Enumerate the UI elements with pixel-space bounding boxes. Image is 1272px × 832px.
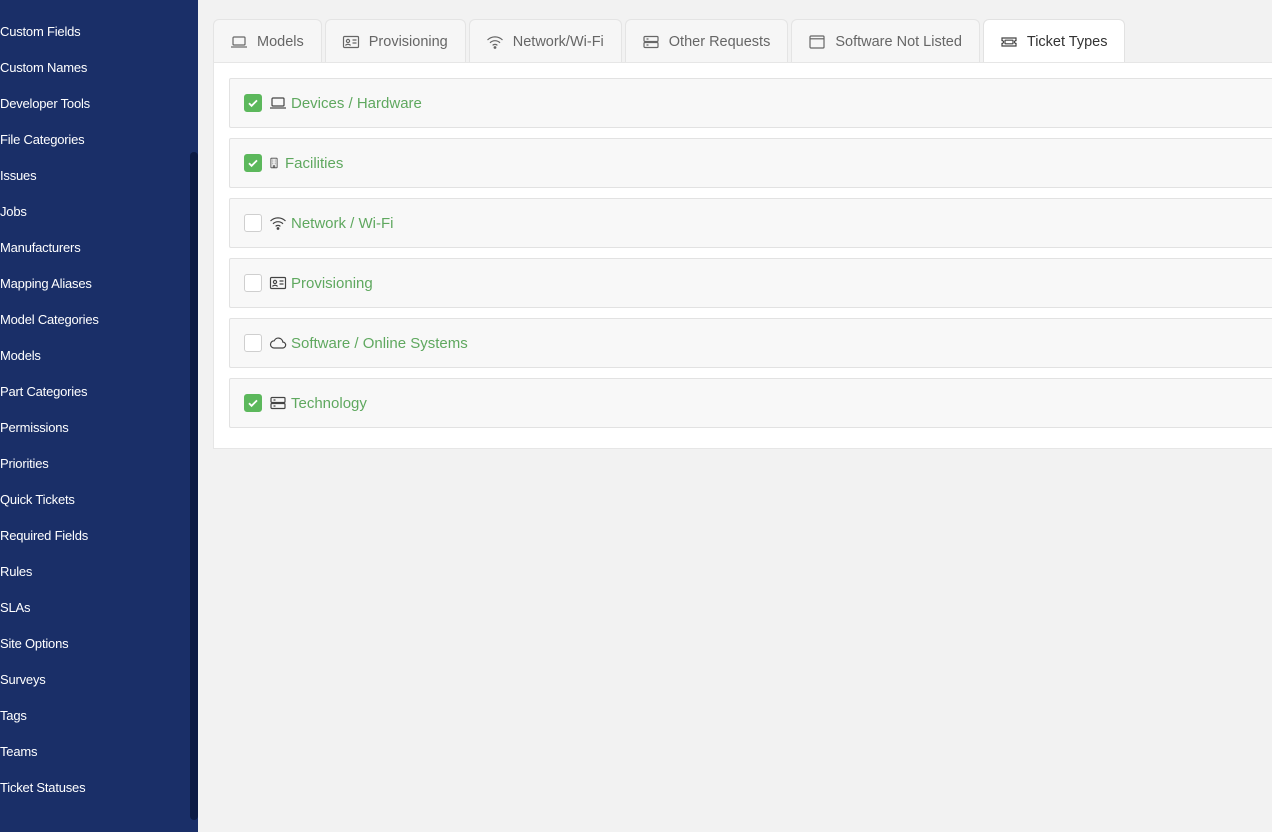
sidebar-item-quick-tickets[interactable]: Quick Tickets bbox=[0, 482, 190, 518]
tab-network-wifi-label: Network/Wi-Fi bbox=[512, 33, 604, 50]
ticket-type-label: Software / Online Systems bbox=[291, 334, 468, 352]
sidebar-item-custom-names[interactable]: Custom Names bbox=[0, 50, 190, 86]
checkbox-unchecked[interactable] bbox=[244, 334, 262, 352]
sidebar-item-developer-tools[interactable]: Developer Tools bbox=[0, 86, 190, 122]
ticket-type-label: Provisioning bbox=[291, 274, 373, 292]
ticket-type-label: Technology bbox=[291, 394, 367, 412]
sidebar-item-tags[interactable]: Tags bbox=[0, 698, 190, 734]
sidebar-list: Custom Fields Custom Names Developer Too… bbox=[0, 14, 190, 806]
laptop-icon bbox=[269, 96, 287, 110]
tab-provisioning-label: Provisioning bbox=[368, 33, 448, 50]
wifi-icon bbox=[486, 35, 504, 49]
ticket-type-label: Facilities bbox=[285, 154, 344, 172]
building-icon bbox=[267, 156, 281, 170]
tab-models-label: Models bbox=[257, 33, 304, 50]
ticket-type-technology[interactable]: Technology bbox=[229, 378, 1272, 428]
main-content: Models Provisioning Network/Wi-Fi Other … bbox=[198, 0, 1272, 832]
wifi-icon bbox=[269, 216, 287, 230]
sidebar-item-jobs[interactable]: Jobs bbox=[0, 194, 190, 230]
ticket-types-panel: Devices / Hardware Facilities Network / … bbox=[213, 62, 1272, 449]
tab-models[interactable]: Models bbox=[213, 19, 322, 63]
checkbox-checked[interactable] bbox=[244, 394, 262, 412]
sidebar-item-model-categories[interactable]: Model Categories bbox=[0, 302, 190, 338]
tab-bar: Models Provisioning Network/Wi-Fi Other … bbox=[213, 19, 1126, 63]
tab-software-not-listed[interactable]: Software Not Listed bbox=[791, 19, 980, 63]
sidebar-item-mapping-aliases[interactable]: Mapping Aliases bbox=[0, 266, 190, 302]
ticket-type-software-online-systems[interactable]: Software / Online Systems bbox=[229, 318, 1272, 368]
sidebar-item-rules[interactable]: Rules bbox=[0, 554, 190, 590]
tab-ticket-types-label: Ticket Types bbox=[1026, 33, 1108, 50]
tab-other-requests[interactable]: Other Requests bbox=[624, 19, 789, 63]
window-icon bbox=[808, 34, 826, 49]
sidebar-item-custom-fields[interactable]: Custom Fields bbox=[0, 14, 190, 50]
sidebar-item-manufacturers[interactable]: Manufacturers bbox=[0, 230, 190, 266]
checkbox-checked[interactable] bbox=[244, 94, 262, 112]
sidebar-item-slas[interactable]: SLAs bbox=[0, 590, 190, 626]
sidebar-item-required-fields[interactable]: Required Fields bbox=[0, 518, 190, 554]
ticket-type-facilities[interactable]: Facilities bbox=[229, 138, 1272, 188]
tab-other-requests-label: Other Requests bbox=[668, 33, 771, 50]
tab-software-not-listed-label: Software Not Listed bbox=[835, 33, 962, 50]
tab-provisioning[interactable]: Provisioning bbox=[324, 19, 466, 63]
tab-ticket-types[interactable]: Ticket Types bbox=[982, 19, 1126, 63]
id-card-icon bbox=[269, 276, 287, 290]
sidebar-item-surveys[interactable]: Surveys bbox=[0, 662, 190, 698]
ticket-type-network-wifi[interactable]: Network / Wi-Fi bbox=[229, 198, 1272, 248]
sidebar-item-part-categories[interactable]: Part Categories bbox=[0, 374, 190, 410]
server-icon bbox=[642, 35, 660, 49]
sidebar-item-models[interactable]: Models bbox=[0, 338, 190, 374]
sidebar-item-site-options[interactable]: Site Options bbox=[0, 626, 190, 662]
server-icon bbox=[269, 396, 287, 410]
checkbox-unchecked[interactable] bbox=[244, 274, 262, 292]
cloud-icon bbox=[269, 336, 287, 350]
laptop-icon bbox=[230, 35, 248, 49]
checkbox-unchecked[interactable] bbox=[244, 214, 262, 232]
sidebar-item-ticket-statuses[interactable]: Ticket Statuses bbox=[0, 770, 190, 806]
sidebar-scrollbar[interactable] bbox=[190, 152, 198, 820]
sidebar-item-teams[interactable]: Teams bbox=[0, 734, 190, 770]
tab-network-wifi[interactable]: Network/Wi-Fi bbox=[468, 19, 622, 63]
sidebar: Custom Fields Custom Names Developer Too… bbox=[0, 0, 198, 832]
sidebar-item-permissions[interactable]: Permissions bbox=[0, 410, 190, 446]
ticket-type-label: Network / Wi-Fi bbox=[291, 214, 394, 232]
sidebar-item-issues[interactable]: Issues bbox=[0, 158, 190, 194]
ticket-type-devices-hardware[interactable]: Devices / Hardware bbox=[229, 78, 1272, 128]
sidebar-item-priorities[interactable]: Priorities bbox=[0, 446, 190, 482]
ticket-type-label: Devices / Hardware bbox=[291, 94, 422, 112]
id-card-icon bbox=[342, 35, 360, 49]
checkbox-checked[interactable] bbox=[244, 154, 262, 172]
sidebar-item-file-categories[interactable]: File Categories bbox=[0, 122, 190, 158]
ticket-type-provisioning[interactable]: Provisioning bbox=[229, 258, 1272, 308]
ticket-icon bbox=[1000, 35, 1018, 49]
